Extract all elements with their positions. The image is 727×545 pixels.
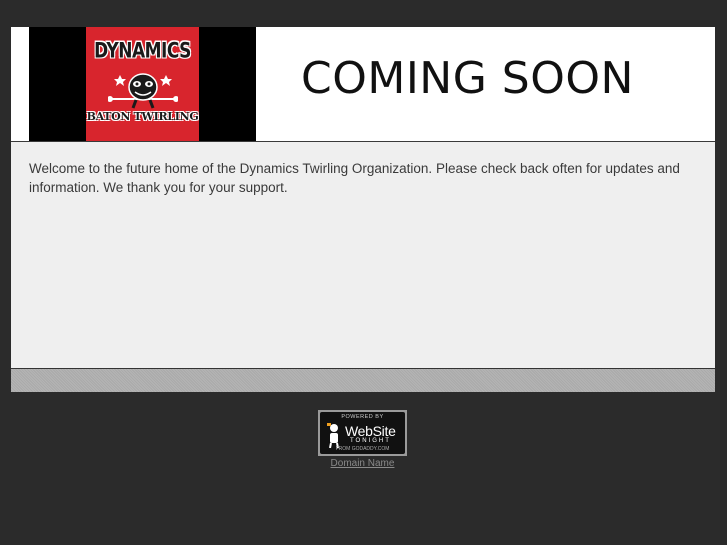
logo-title: DYNAMICS xyxy=(94,38,191,64)
welcome-message: Welcome to the future home of the Dynami… xyxy=(29,161,680,195)
logo-subtitle: BATON TWIRLING xyxy=(86,110,199,123)
footer-bar xyxy=(11,369,715,392)
logo-background: DYNAMICS BATON TWIRLING xyxy=(29,27,256,141)
page: DYNAMICS BATON TWIRLING COMING SOON Welc… xyxy=(0,0,727,545)
badge-inner: POWERED BY WebSite TONIGHT FROM GODADDY.… xyxy=(320,412,405,454)
site-frame: DYNAMICS BATON TWIRLING COMING SOON Welc… xyxy=(11,27,715,392)
badge-from-text: FROM GODADDY.COM xyxy=(335,446,390,452)
main-content: Welcome to the future home of the Dynami… xyxy=(11,142,715,369)
mascot-icon xyxy=(108,73,178,109)
website-tonight-badge[interactable]: POWERED BY WebSite TONIGHT FROM GODADDY.… xyxy=(318,410,407,456)
badge-tonight-text: TONIGHT xyxy=(350,438,391,444)
badge-powered-by: POWERED BY xyxy=(341,414,384,420)
dynamics-logo: DYNAMICS BATON TWIRLING xyxy=(86,27,199,141)
header-banner: DYNAMICS BATON TWIRLING COMING SOON xyxy=(11,27,715,142)
domain-name-link[interactable]: Domain Name xyxy=(318,458,407,469)
badge-figure-icon xyxy=(327,423,339,448)
coming-soon-heading: COMING SOON xyxy=(301,53,634,104)
badge-website-text: WebSite xyxy=(345,423,396,439)
